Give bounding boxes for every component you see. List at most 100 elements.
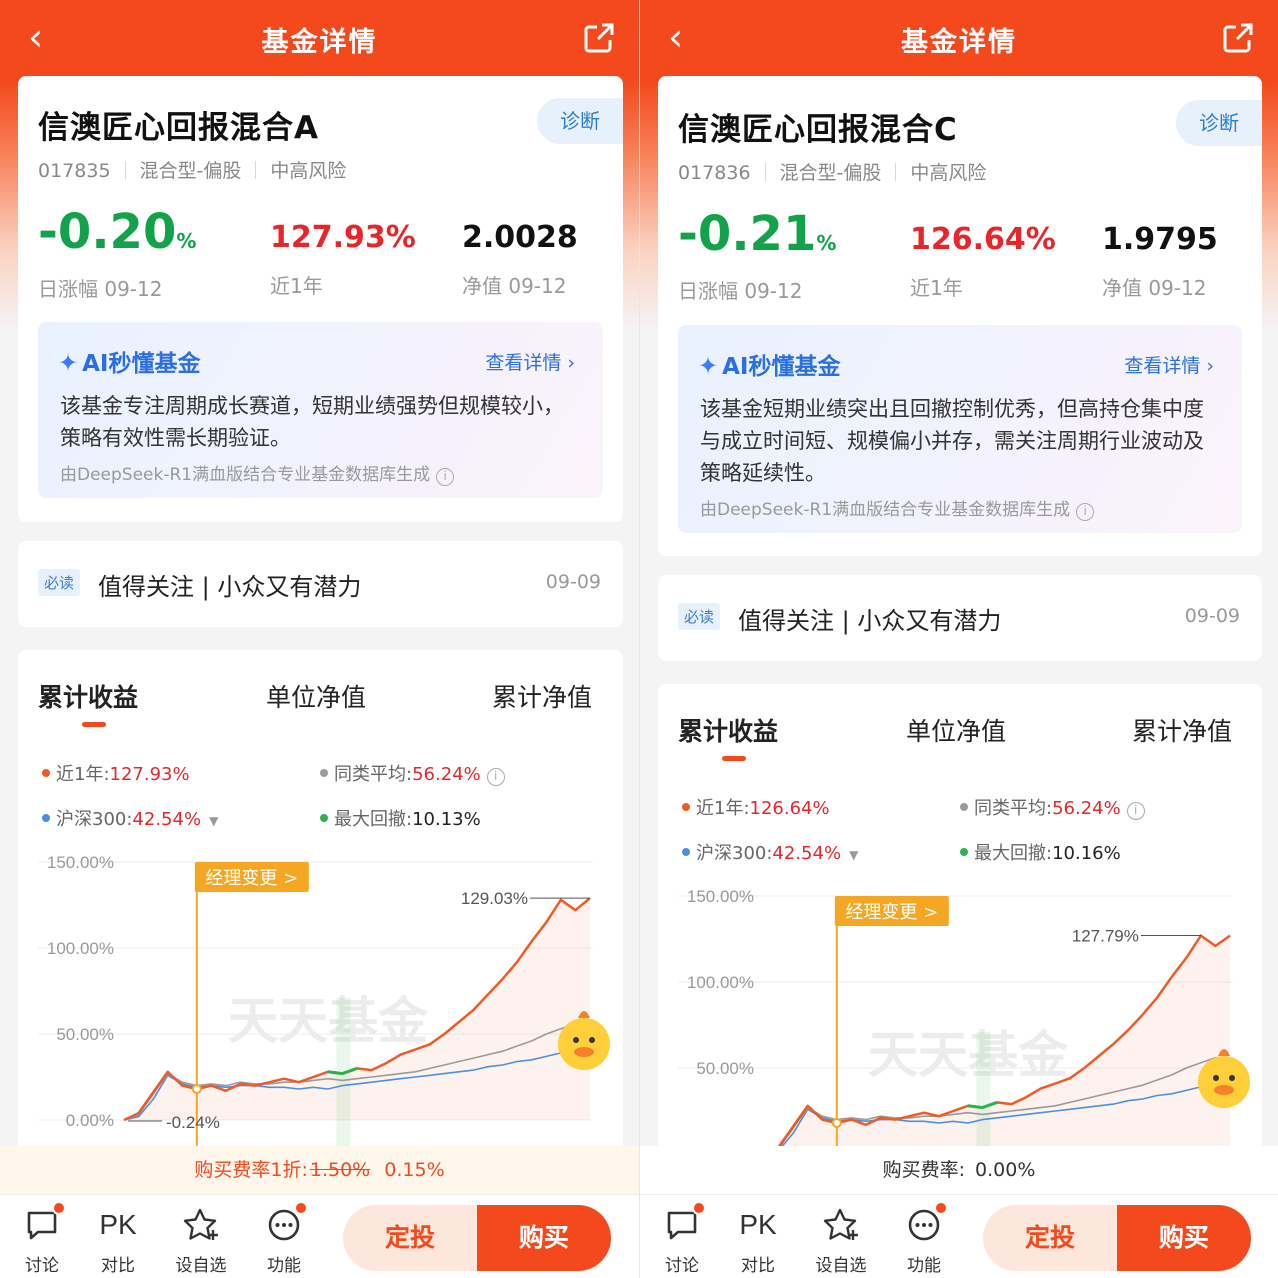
fee-new: 0.15% [384, 1159, 445, 1181]
tab-unit-nav[interactable]: 单位净值 [266, 678, 366, 714]
news-title: 值得关注 | 小众又有潜力 [98, 573, 362, 601]
tab-cumulative-nav[interactable]: 累计净值 [492, 678, 592, 714]
sparkle-icon: ✦ [58, 349, 79, 377]
y-tick-label: 50.00% [56, 1025, 114, 1044]
nav-header: ‹ 基金详情 [0, 0, 639, 76]
max-annotation: 129.03% [461, 889, 528, 908]
pk-icon: PK [99, 1209, 137, 1240]
star-add-icon [183, 1208, 218, 1240]
page-title: 基金详情 [901, 27, 1017, 58]
fee-label: 购买费率: [882, 1159, 965, 1181]
legend-fund: 近1年:127.93% [42, 760, 190, 786]
info-icon[interactable]: i [436, 468, 455, 486]
ai-summary-box[interactable]: ✦ AI秒懂基金 查看详情 › 该基金短期业绩突出且回撤控制优秀，但高持仓集中度与… [678, 325, 1242, 533]
fund-name: 信澳匠心回报混合A [38, 110, 319, 146]
news-card[interactable]: 必读 值得关注 | 小众又有潜力 09-09 [18, 541, 623, 627]
daily-change-label: 日涨幅 09-12 [38, 277, 163, 301]
daily-change-label: 日涨幅 09-12 [678, 279, 803, 303]
news-title: 值得关注 | 小众又有潜力 [738, 607, 1002, 635]
notification-dot [934, 1201, 948, 1215]
tool-watchlist[interactable]: 设自选 [811, 1205, 871, 1276]
mascot-body [558, 1018, 610, 1070]
sparkle-icon: ✦ [698, 352, 719, 380]
legend-fund: 近1年:126.64% [682, 794, 830, 820]
mascot-eye [573, 1037, 579, 1043]
year-return-label: 近1年 [910, 276, 963, 300]
fund-info-card: 信澳匠心回报混合A 诊断 017835 混合型-偏股 中高风险 -0.20% 日涨幅… [18, 76, 623, 522]
auto-invest-button[interactable]: 定投 [983, 1205, 1117, 1271]
ai-source-note: 由DeepSeek-R1满血版结合专业基金数据库生成 [700, 500, 1071, 520]
fund-code: 017835 [38, 160, 111, 182]
mascot-eye [1213, 1075, 1219, 1081]
legend-hs300[interactable]: 沪深300:42.54% ▼ [682, 839, 858, 865]
buy-button[interactable]: 购买 [477, 1205, 611, 1271]
tab-unit-nav[interactable]: 单位净值 [906, 712, 1006, 748]
tab-cumulative-nav[interactable]: 累计净值 [1132, 712, 1232, 748]
news-date: 09-09 [1184, 605, 1240, 627]
nav-stat: 1.9795 净值 09-12 [1102, 206, 1218, 301]
tab-cumulative-return[interactable]: 累计收益 [678, 712, 778, 748]
info-icon[interactable]: i [1126, 802, 1145, 820]
info-icon[interactable]: i [486, 768, 505, 786]
news-card[interactable]: 必读 值得关注 | 小众又有潜力 09-09 [658, 575, 1262, 661]
tool-compare[interactable]: PK 对比 [88, 1205, 148, 1276]
tool-compare[interactable]: PK 对比 [728, 1205, 788, 1276]
trade-buttons: 定投 购买 [983, 1205, 1251, 1271]
daily-change-stat: -0.20% 日涨幅 09-12 [38, 204, 196, 302]
y-tick-label: 100.00% [47, 939, 114, 958]
tool-functions[interactable]: 功能 [894, 1201, 954, 1276]
legend-hs300[interactable]: 沪深300:42.54% ▼ [42, 805, 218, 831]
return-chart[interactable]: 150.00% 100.00% 50.00% 天天基金 经理变更 > 127.79% [658, 882, 1263, 1146]
daily-change-value: -0.21 [678, 206, 817, 262]
mascot-beak [574, 1047, 594, 1057]
tab-cumulative-return[interactable]: 累计收益 [38, 678, 138, 714]
fee-bar: 购买费率1折: 1.50% 0.15% [0, 1146, 639, 1194]
notification-dot [52, 1201, 66, 1215]
fund-meta: 017835 混合型-偏股 中高风险 [38, 156, 346, 183]
tool-discussion[interactable]: 讨论 [652, 1201, 712, 1276]
trade-buttons: 定投 购买 [343, 1205, 611, 1271]
diagnose-button[interactable]: 诊断 [1176, 100, 1262, 146]
ai-summary-text: 该基金短期业绩突出且回撤控制优秀，但高持仓集中度与成立时间短、规模偏小并存，需关… [700, 397, 1204, 485]
share-icon[interactable] [1220, 20, 1256, 56]
ai-summary-box[interactable]: ✦ AI秒懂基金 查看详情 › 该基金专注周期成长赛道，短期业绩强势但规模较小，策… [38, 322, 603, 498]
drawdown-band [976, 1032, 991, 1146]
notification-dot [294, 1201, 308, 1215]
fee-new: 0.00% [975, 1159, 1036, 1181]
ai-title: AI秒懂基金 [82, 351, 201, 377]
diagnose-button[interactable]: 诊断 [537, 98, 623, 144]
tab-indicator [722, 756, 746, 761]
bottom-action-bar: 讨论 PK 对比 设自选 功能 定投 购买 [0, 1194, 639, 1278]
daily-change-value: -0.20 [38, 204, 177, 260]
news-tag: 必读 [678, 603, 721, 630]
tool-discussion[interactable]: 讨论 [12, 1201, 72, 1276]
mascot-eye [589, 1037, 595, 1043]
mascot-beak [1214, 1085, 1234, 1095]
nav-label: 净值 09-12 [1102, 276, 1207, 300]
legend-max-drawdown: 最大回撤:10.13% [320, 805, 481, 831]
fund-code: 017836 [678, 162, 751, 184]
info-icon[interactable]: i [1076, 503, 1095, 521]
min-annotation: -0.24% [166, 1113, 220, 1132]
notification-dot [692, 1201, 706, 1215]
y-tick-label: 0.00% [66, 1111, 114, 1130]
year-return-stat: 126.64% 近1年 [910, 206, 1056, 301]
nav-label: 净值 09-12 [462, 274, 567, 298]
tool-functions[interactable]: 功能 [254, 1201, 314, 1276]
watermark: 天天基金 [228, 992, 429, 1050]
auto-invest-button[interactable]: 定投 [343, 1205, 477, 1271]
ai-more-link[interactable]: 查看详情 › [1124, 351, 1214, 378]
buy-button[interactable]: 购买 [1117, 1205, 1251, 1271]
fund-type: 混合型-偏股 [779, 162, 882, 184]
mascot-body [1198, 1056, 1250, 1108]
share-icon[interactable] [581, 20, 617, 56]
daily-change-unit: % [176, 229, 197, 253]
ai-more-link[interactable]: 查看详情 › [485, 348, 575, 375]
tool-watchlist[interactable]: 设自选 [171, 1205, 231, 1276]
return-chart[interactable]: 150.00% 100.00% 50.00% 0.00% 天天基金 经理变更 > 129.0… [18, 848, 623, 1148]
fee-bar: 购买费率: 0.00% [640, 1146, 1278, 1194]
y-tick-label: 150.00% [687, 887, 754, 906]
news-tag: 必读 [38, 569, 81, 596]
event-point [831, 1118, 842, 1129]
fee-old: 1.50% [309, 1159, 371, 1181]
